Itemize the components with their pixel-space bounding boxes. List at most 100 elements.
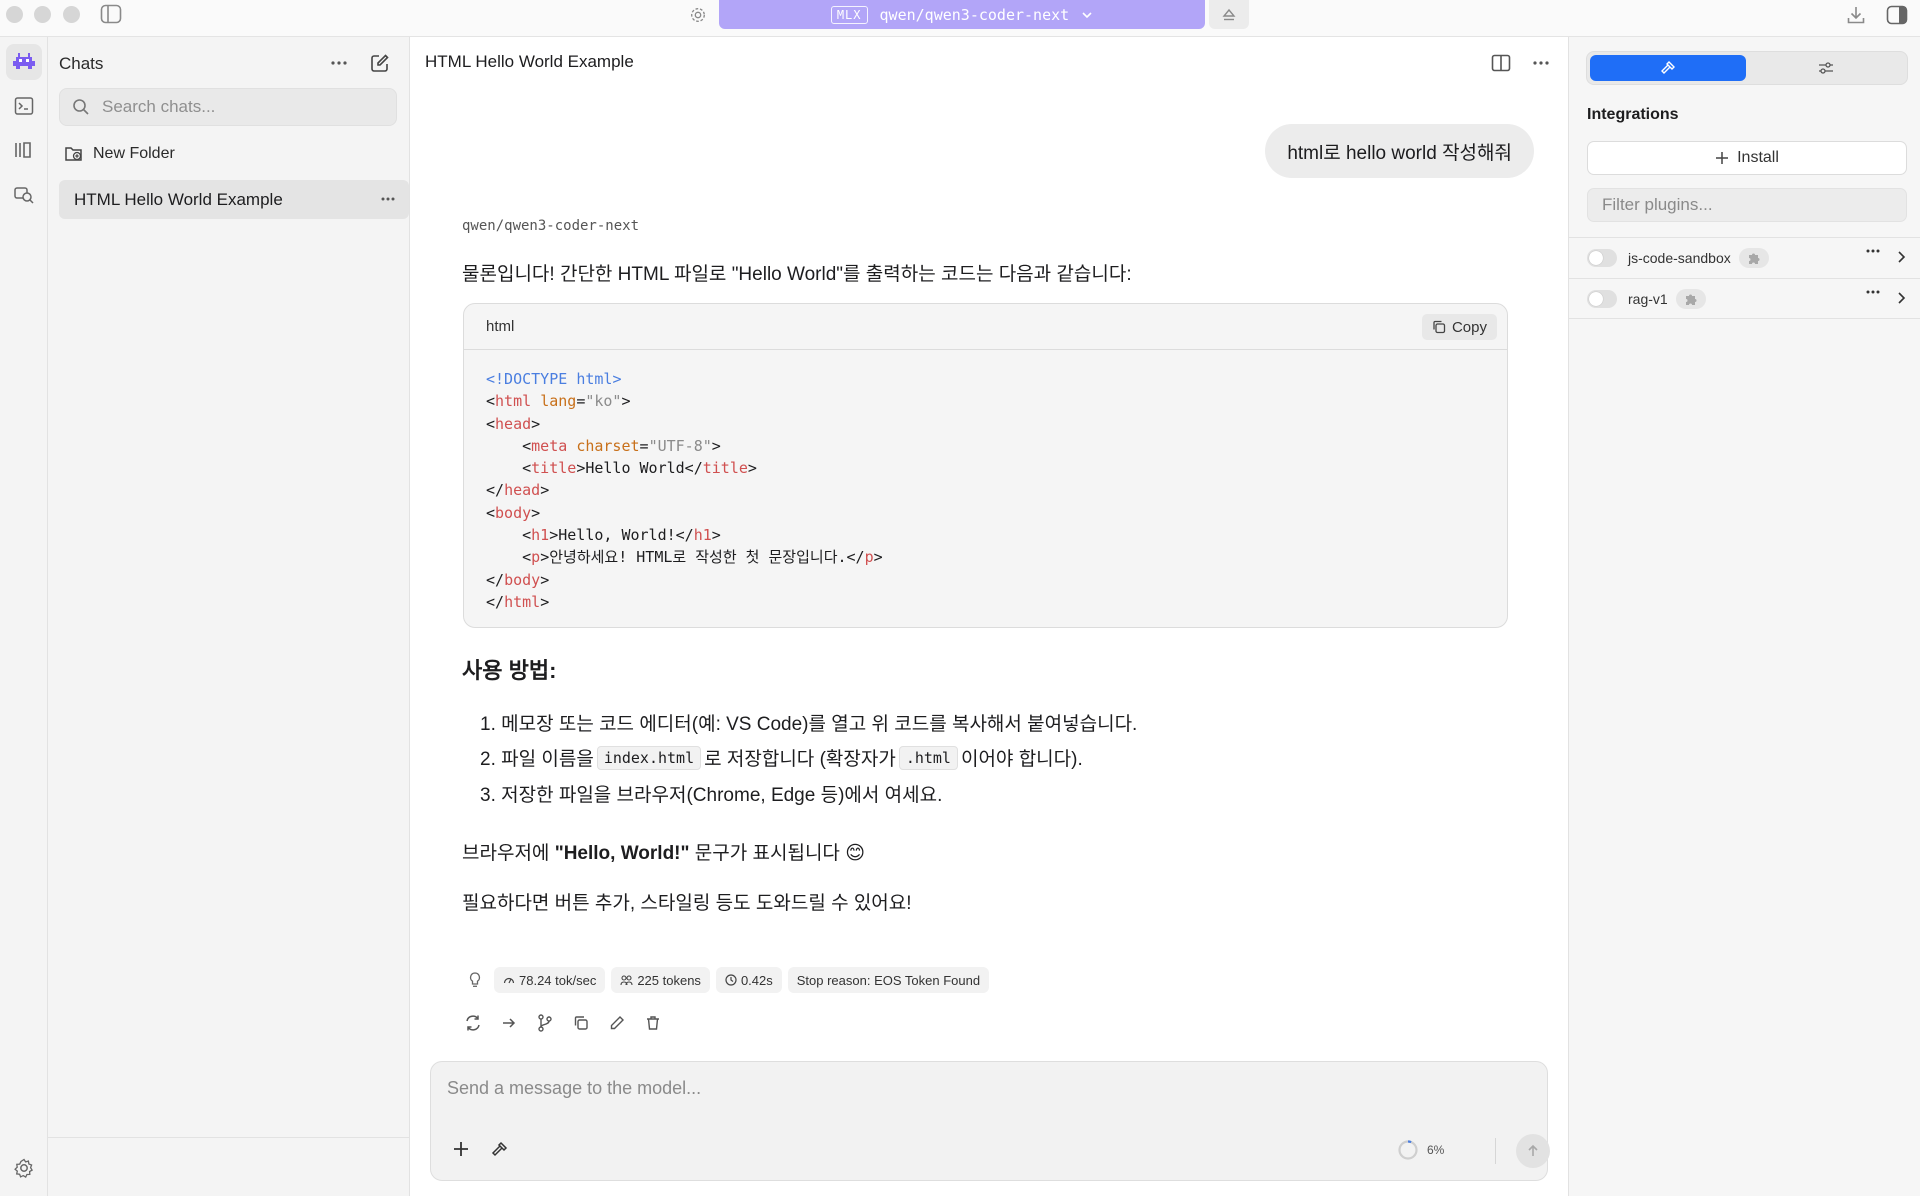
gear-icon[interactable]: [686, 3, 710, 27]
tokens-value: 225 tokens: [637, 972, 701, 988]
plugin-more-icon[interactable]: [1866, 290, 1880, 294]
attach-button[interactable]: [448, 1136, 474, 1162]
code-token: >: [873, 548, 883, 567]
message-composer: 6%: [430, 1061, 1550, 1181]
rail-settings-button[interactable]: [6, 1150, 42, 1186]
download-icon[interactable]: [1843, 2, 1869, 28]
plugin-row[interactable]: rag-v1: [1569, 278, 1920, 319]
closing-text: 필요하다면 버튼 추가, 스타일링 등도 도와드릴 수 있어요!: [462, 893, 912, 914]
eject-model-button[interactable]: [1209, 0, 1249, 29]
window-minimize-button[interactable]: [34, 6, 51, 23]
chevron-right-icon[interactable]: [1896, 250, 1906, 264]
code-token: </: [486, 570, 505, 589]
edit-message-button[interactable]: [606, 1012, 628, 1034]
tab-settings[interactable]: [1748, 55, 1904, 81]
right-panel-toggle-icon[interactable]: [1883, 1, 1911, 29]
code-block-header: html Copy: [464, 304, 1507, 350]
new-folder-label: New Folder: [93, 145, 175, 162]
tools-button[interactable]: [487, 1136, 513, 1162]
search-input[interactable]: [102, 97, 372, 117]
terminal-icon: [14, 96, 34, 116]
chat-search[interactable]: [59, 88, 397, 126]
code-token: meta: [531, 436, 568, 455]
plugin-filter[interactable]: [1587, 188, 1907, 222]
chat-item-more-icon[interactable]: [381, 197, 395, 201]
code-token: title: [702, 459, 748, 478]
code-token: >: [711, 436, 721, 455]
window-zoom-button[interactable]: [63, 6, 80, 23]
sidebar-more-button[interactable]: [325, 49, 353, 77]
compose-icon: [370, 53, 390, 73]
plugin-more-icon[interactable]: [1866, 249, 1880, 253]
code-token: >: [540, 570, 550, 589]
step-3: 3. 저장한 파일을 브라우저(Chrome, Edge 등)에서 여세요.: [480, 785, 943, 806]
regenerate-button[interactable]: [462, 1012, 484, 1034]
step-2-text: 로 저장합니다 (확장자가: [704, 749, 896, 770]
tab-integrations[interactable]: [1590, 55, 1746, 81]
code-token: charset: [576, 436, 640, 455]
speed-stat: 78.24 tok/sec: [494, 967, 606, 993]
code-token: p: [864, 548, 874, 567]
code-token: body: [504, 570, 541, 589]
code-token: head: [495, 414, 532, 433]
model-selector[interactable]: MLX qwen/qwen3-coder-next: [719, 0, 1205, 29]
code-content[interactable]: <!DOCTYPE html> <html lang="ko"> <head> …: [464, 350, 1507, 613]
model-name: qwen/qwen3-coder-next: [879, 5, 1070, 24]
chats-sidebar: Chats New Folder HTML Hello World Exampl…: [48, 37, 410, 1196]
code-token: >: [540, 481, 550, 500]
continue-button[interactable]: [498, 1012, 520, 1034]
sidebar-toggle-icon[interactable]: [99, 2, 123, 26]
split-view-button[interactable]: [1487, 49, 1515, 77]
conversation-title: HTML Hello World Example: [425, 52, 634, 71]
send-button[interactable]: [1516, 1134, 1550, 1168]
filter-plugins-input[interactable]: [1602, 195, 1892, 215]
copy-code-button[interactable]: Copy: [1421, 314, 1497, 340]
result-post: 문구가 표시됩니다 😊: [689, 843, 865, 864]
rail-chat-button[interactable]: [6, 44, 42, 80]
plugin-name: js-code-sandbox: [1628, 250, 1731, 266]
new-chat-button[interactable]: [366, 49, 394, 77]
chat-list-item[interactable]: HTML Hello World Example: [59, 180, 409, 219]
plus-icon: [452, 1140, 470, 1158]
delete-message-button[interactable]: [642, 1012, 664, 1034]
code-token: title: [531, 459, 577, 478]
rail-terminal-button[interactable]: [6, 88, 42, 124]
code-language-label: html: [486, 318, 515, 335]
folder-add-icon: [64, 145, 84, 163]
copy-message-button[interactable]: [570, 1012, 592, 1034]
install-plugin-button[interactable]: Install: [1587, 141, 1907, 175]
step-1: 1. 메모장 또는 코드 에디터(예: VS Code)를 열고 위 코드를 복…: [480, 714, 1138, 735]
pencil-icon: [609, 1015, 625, 1031]
usage-heading: 사용 방법:: [462, 658, 557, 683]
user-message[interactable]: html로 hello world 작성해줘: [1265, 124, 1534, 178]
lightbulb-icon[interactable]: [462, 967, 488, 993]
branch-button[interactable]: [534, 1012, 556, 1034]
plugin-row[interactable]: js-code-sandbox: [1569, 237, 1920, 278]
right-panel: Integrations Install js-code-sandbox rag…: [1568, 37, 1920, 1196]
install-label: Install: [1737, 149, 1779, 166]
step-2-text: 이어야 합니다).: [960, 749, 1083, 770]
chevron-right-icon[interactable]: [1896, 291, 1906, 305]
trash-icon: [645, 1015, 661, 1031]
gear-icon: [13, 1157, 35, 1179]
new-folder-button[interactable]: New Folder: [64, 145, 175, 163]
plugin-toggle[interactable]: [1587, 289, 1617, 308]
code-token: >: [711, 526, 721, 545]
hammer-icon: [491, 1140, 509, 1158]
stop-reason-value: Stop reason: EOS Token Found: [796, 972, 981, 988]
more-horizontal-icon: [1533, 61, 1549, 65]
window-close-button[interactable]: [6, 6, 23, 23]
context-usage[interactable]: 6%: [1397, 1139, 1444, 1161]
rail-models-button[interactable]: [6, 132, 42, 168]
conversation-more-button[interactable]: [1527, 49, 1555, 77]
message-input[interactable]: [447, 1078, 1527, 1108]
code-token: <: [486, 503, 496, 522]
rail-discover-button[interactable]: [6, 176, 42, 212]
plugin-toggle[interactable]: [1587, 249, 1617, 267]
branch-icon: [537, 1014, 553, 1032]
time-stat: 0.42s: [715, 967, 782, 993]
time-value: 0.42s: [740, 972, 773, 988]
